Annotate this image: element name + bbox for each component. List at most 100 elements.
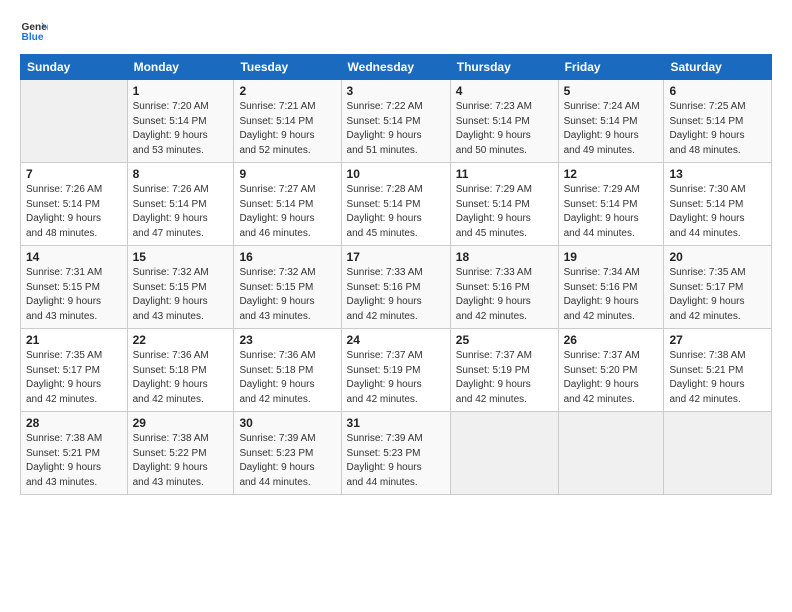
weekday-header: Wednesday (341, 55, 450, 80)
calendar-cell: 3Sunrise: 7:22 AM Sunset: 5:14 PM Daylig… (341, 80, 450, 163)
calendar-cell (558, 412, 664, 495)
weekday-header: Saturday (664, 55, 772, 80)
day-info: Sunrise: 7:38 AM Sunset: 5:21 PM Dayligh… (26, 432, 122, 490)
calendar-cell: 20 Sunrise: 7:35 AM Sunset: 5:17 PM Dayli… (664, 246, 772, 329)
calendar-body: 1 Sunrise: 7:20 AM Sunset: 5:14 PM Daylig… (21, 80, 772, 495)
calendar-cell: 2 Sunrise: 7:21 AM Sunset: 5:14 PM Daylig… (234, 80, 341, 163)
weekday-header: Monday (127, 55, 234, 80)
day-number: 8 (133, 167, 229, 181)
weekday-header: Thursday (450, 55, 558, 80)
day-info: Sunrise: 7:38 AM Sunset: 5:22 PM Dayligh… (133, 432, 229, 490)
calendar-cell: 25 Sunrise: 7:37 AM Sunset: 5:19 PM Dayli… (450, 329, 558, 412)
day-info: Sunrise: 7:37 AM Sunset: 5:20 PM Dayligh… (564, 349, 659, 407)
calendar-cell: 23 Sunrise: 7:36 AM Sunset: 5:18 PM Dayli… (234, 329, 341, 412)
day-number: 1 (133, 84, 229, 98)
day-number: 10 (347, 167, 445, 181)
day-number: 11 (456, 167, 553, 181)
day-number: 13 (669, 167, 766, 181)
day-info: Sunrise: 7:26 AM Sunset: 5:14 PM Dayligh… (133, 183, 229, 241)
day-info: Sunrise: 7:31 AM Sunset: 5:15 PM Dayligh… (26, 266, 122, 324)
day-info: Sunrise: 7:35 AM Sunset: 5:17 PM Dayligh… (669, 266, 766, 324)
calendar-cell: 11 Sunrise: 7:29 AM Sunset: 5:14 PM Dayli… (450, 163, 558, 246)
day-info: Sunrise: 7:39 AM Sunset: 5:23 PM Dayligh… (347, 432, 445, 490)
calendar-cell: 4 Sunrise: 7:23 AM Sunset: 5:14 PM Daylig… (450, 80, 558, 163)
day-number: 24 (347, 333, 445, 347)
day-info: Sunrise: 7:33 AM Sunset: 5:16 PM Dayligh… (347, 266, 445, 324)
day-number: 23 (239, 333, 335, 347)
day-info: Sunrise: 7:36 AM Sunset: 5:18 PM Dayligh… (239, 349, 335, 407)
calendar-cell: 9Sunrise: 7:27 AM Sunset: 5:14 PM Daylig… (234, 163, 341, 246)
day-info: Sunrise: 7:25 AM Sunset: 5:14 PM Dayligh… (669, 100, 766, 158)
calendar-cell: 18 Sunrise: 7:33 AM Sunset: 5:16 PM Dayli… (450, 246, 558, 329)
calendar-week-row: 14 Sunrise: 7:31 AM Sunset: 5:15 PM Dayli… (21, 246, 772, 329)
day-info: Sunrise: 7:28 AM Sunset: 5:14 PM Dayligh… (347, 183, 445, 241)
calendar-cell: 27Sunrise: 7:38 AM Sunset: 5:21 PM Dayli… (664, 329, 772, 412)
day-number: 29 (133, 416, 229, 430)
calendar-week-row: 28 Sunrise: 7:38 AM Sunset: 5:21 PM Dayli… (21, 412, 772, 495)
weekday-header: Tuesday (234, 55, 341, 80)
day-info: Sunrise: 7:29 AM Sunset: 5:14 PM Dayligh… (456, 183, 553, 241)
calendar-cell: 21Sunrise: 7:35 AM Sunset: 5:17 PM Dayli… (21, 329, 128, 412)
day-info: Sunrise: 7:38 AM Sunset: 5:21 PM Dayligh… (669, 349, 766, 407)
calendar-cell: 22Sunrise: 7:36 AM Sunset: 5:18 PM Dayli… (127, 329, 234, 412)
day-number: 28 (26, 416, 122, 430)
calendar-cell: 13 Sunrise: 7:30 AM Sunset: 5:14 PM Dayli… (664, 163, 772, 246)
day-info: Sunrise: 7:36 AM Sunset: 5:18 PM Dayligh… (133, 349, 229, 407)
day-info: Sunrise: 7:33 AM Sunset: 5:16 PM Dayligh… (456, 266, 553, 324)
day-number: 2 (239, 84, 335, 98)
day-info: Sunrise: 7:30 AM Sunset: 5:14 PM Dayligh… (669, 183, 766, 241)
calendar-cell: 7 Sunrise: 7:26 AM Sunset: 5:14 PM Daylig… (21, 163, 128, 246)
calendar-cell: 14 Sunrise: 7:31 AM Sunset: 5:15 PM Dayli… (21, 246, 128, 329)
day-number: 18 (456, 250, 553, 264)
day-number: 7 (26, 167, 122, 181)
calendar-cell: 8 Sunrise: 7:26 AM Sunset: 5:14 PM Daylig… (127, 163, 234, 246)
calendar-cell (664, 412, 772, 495)
day-info: Sunrise: 7:21 AM Sunset: 5:14 PM Dayligh… (239, 100, 335, 158)
day-info: Sunrise: 7:23 AM Sunset: 5:14 PM Dayligh… (456, 100, 553, 158)
day-number: 12 (564, 167, 659, 181)
day-info: Sunrise: 7:37 AM Sunset: 5:19 PM Dayligh… (456, 349, 553, 407)
day-info: Sunrise: 7:29 AM Sunset: 5:14 PM Dayligh… (564, 183, 659, 241)
day-info: Sunrise: 7:32 AM Sunset: 5:15 PM Dayligh… (239, 266, 335, 324)
day-info: Sunrise: 7:20 AM Sunset: 5:14 PM Dayligh… (133, 100, 229, 158)
calendar-week-row: 7 Sunrise: 7:26 AM Sunset: 5:14 PM Daylig… (21, 163, 772, 246)
calendar-cell: 19 Sunrise: 7:34 AM Sunset: 5:16 PM Dayli… (558, 246, 664, 329)
day-number: 31 (347, 416, 445, 430)
day-info: Sunrise: 7:26 AM Sunset: 5:14 PM Dayligh… (26, 183, 122, 241)
calendar-cell: 16 Sunrise: 7:32 AM Sunset: 5:15 PM Dayli… (234, 246, 341, 329)
day-info: Sunrise: 7:27 AM Sunset: 5:14 PM Dayligh… (239, 183, 335, 241)
day-info: Sunrise: 7:32 AM Sunset: 5:15 PM Dayligh… (133, 266, 229, 324)
calendar-cell: 30 Sunrise: 7:39 AM Sunset: 5:23 PM Dayli… (234, 412, 341, 495)
calendar-table: SundayMondayTuesdayWednesdayThursdayFrid… (20, 54, 772, 495)
day-number: 25 (456, 333, 553, 347)
day-info: Sunrise: 7:35 AM Sunset: 5:17 PM Dayligh… (26, 349, 122, 407)
day-info: Sunrise: 7:34 AM Sunset: 5:16 PM Dayligh… (564, 266, 659, 324)
calendar-cell: 24 Sunrise: 7:37 AM Sunset: 5:19 PM Dayli… (341, 329, 450, 412)
weekday-header: Sunday (21, 55, 128, 80)
calendar-cell (450, 412, 558, 495)
calendar-cell: 31 Sunrise: 7:39 AM Sunset: 5:23 PM Dayli… (341, 412, 450, 495)
calendar-cell: 26Sunrise: 7:37 AM Sunset: 5:20 PM Dayli… (558, 329, 664, 412)
day-info: Sunrise: 7:39 AM Sunset: 5:23 PM Dayligh… (239, 432, 335, 490)
day-number: 4 (456, 84, 553, 98)
calendar-cell (21, 80, 128, 163)
header: General Blue (20, 16, 772, 44)
day-info: Sunrise: 7:37 AM Sunset: 5:19 PM Dayligh… (347, 349, 445, 407)
day-info: Sunrise: 7:24 AM Sunset: 5:14 PM Dayligh… (564, 100, 659, 158)
day-number: 30 (239, 416, 335, 430)
day-number: 15 (133, 250, 229, 264)
day-number: 20 (669, 250, 766, 264)
calendar-cell: 17 Sunrise: 7:33 AM Sunset: 5:16 PM Dayli… (341, 246, 450, 329)
calendar-cell: 6Sunrise: 7:25 AM Sunset: 5:14 PM Daylig… (664, 80, 772, 163)
svg-text:Blue: Blue (22, 32, 44, 43)
calendar-cell: 1 Sunrise: 7:20 AM Sunset: 5:14 PM Daylig… (127, 80, 234, 163)
calendar-header: SundayMondayTuesdayWednesdayThursdayFrid… (21, 55, 772, 80)
day-number: 16 (239, 250, 335, 264)
calendar-week-row: 21Sunrise: 7:35 AM Sunset: 5:17 PM Dayli… (21, 329, 772, 412)
day-number: 19 (564, 250, 659, 264)
day-number: 17 (347, 250, 445, 264)
day-number: 5 (564, 84, 659, 98)
day-number: 14 (26, 250, 122, 264)
calendar-cell: 15 Sunrise: 7:32 AM Sunset: 5:15 PM Dayli… (127, 246, 234, 329)
day-number: 3 (347, 84, 445, 98)
